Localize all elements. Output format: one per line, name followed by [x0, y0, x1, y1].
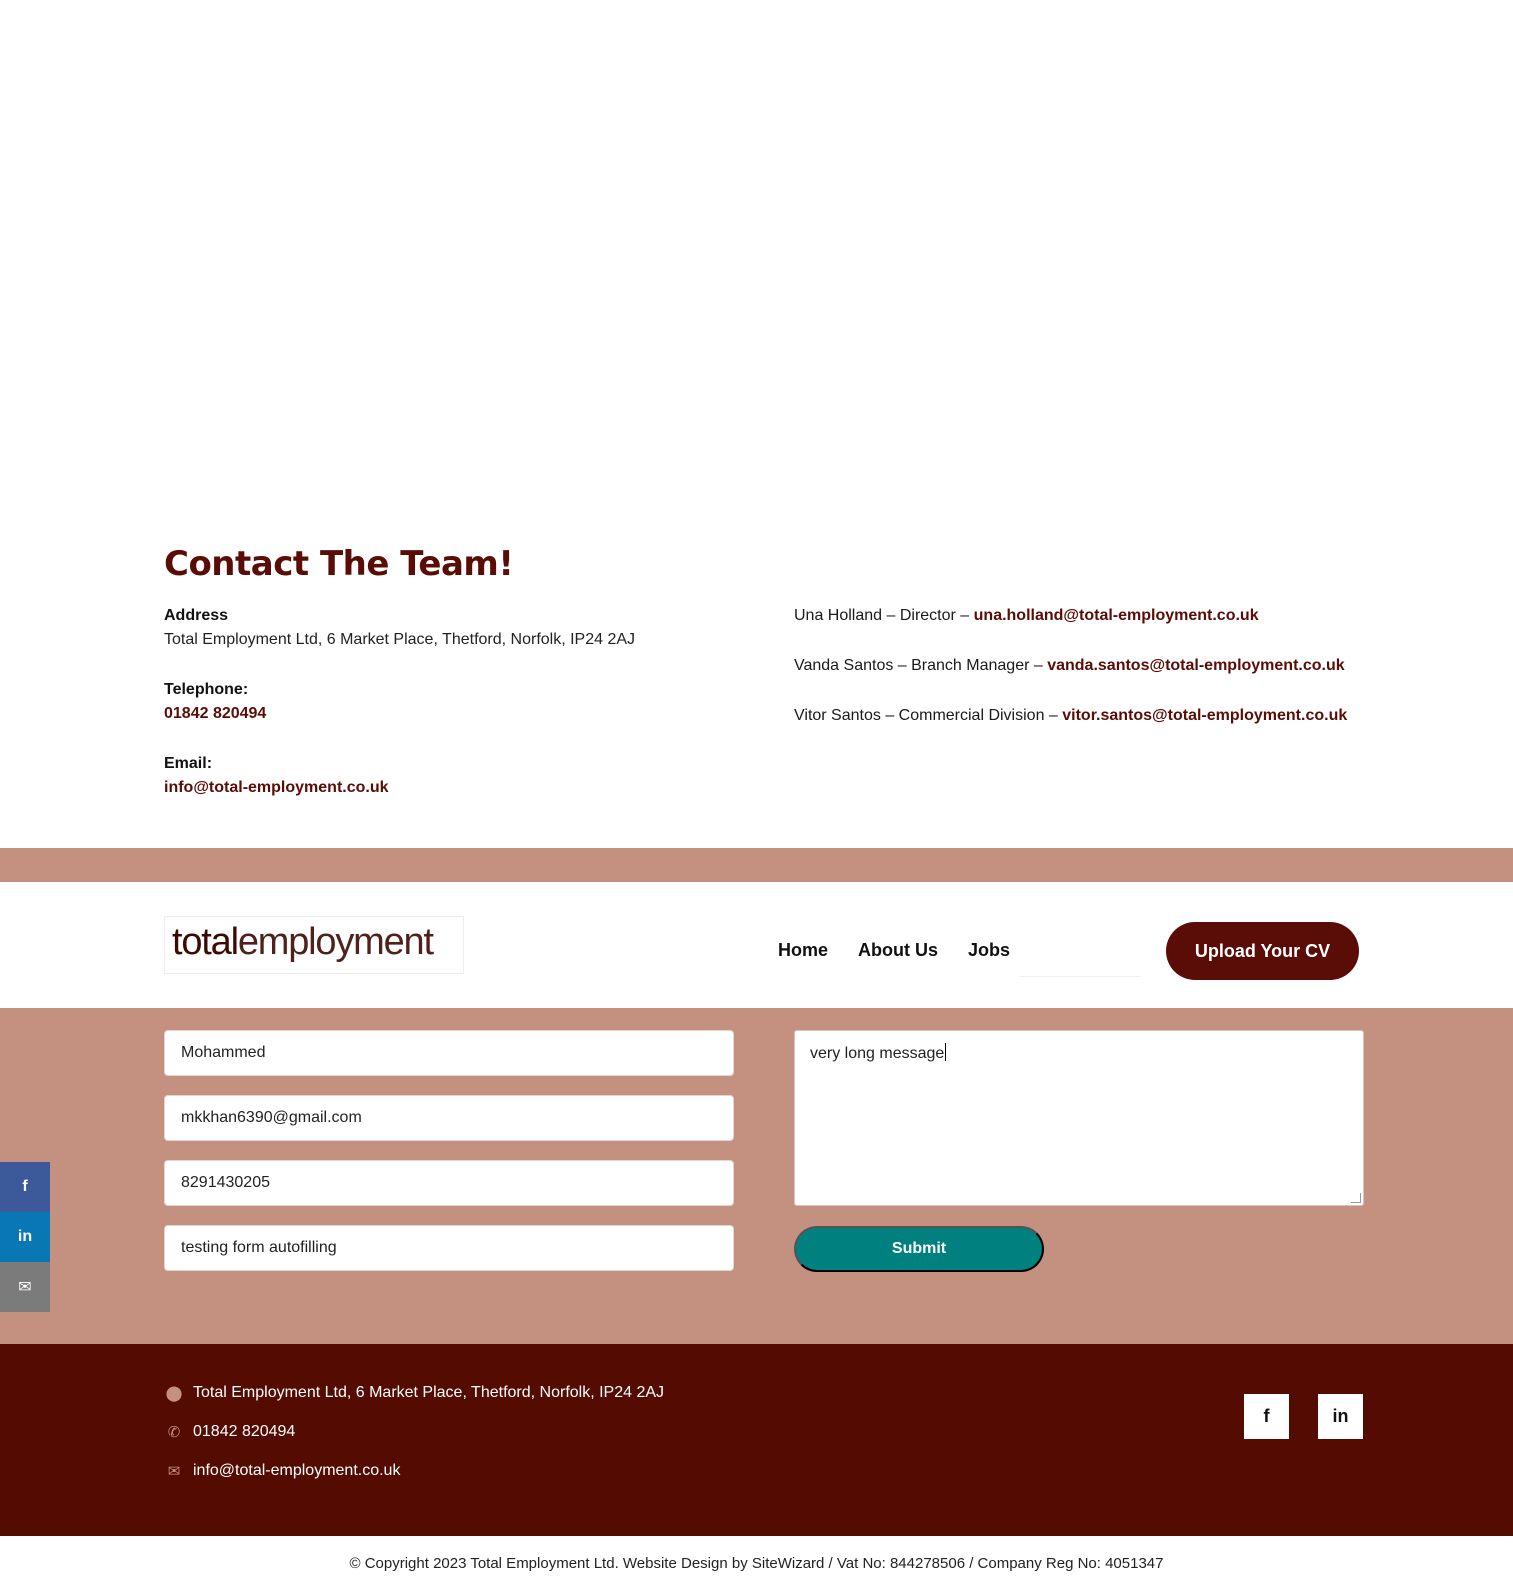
blank-area: [0, 0, 1513, 520]
nav-about-us[interactable]: About Us: [858, 940, 938, 961]
phone-input[interactable]: 8291430205: [164, 1160, 734, 1206]
location-pin-icon: ⬤: [165, 1385, 183, 1402]
text-caret: [945, 1043, 947, 1061]
telephone-link[interactable]: 01842 820494: [164, 705, 266, 722]
footer-linkedin-icon[interactable]: in: [1318, 1394, 1363, 1439]
footer-phone[interactable]: ✆ 01842 820494: [164, 1423, 296, 1441]
nav-divider: [1020, 976, 1140, 977]
team-email-link[interactable]: una.holland@total-employment.co.uk: [974, 607, 1259, 624]
team-email-link[interactable]: vitor.santos@total-employment.co.uk: [1062, 707, 1347, 724]
address-value: Total Employment Ltd, 6 Market Place, Th…: [164, 631, 636, 648]
logo[interactable]: totalemployment: [164, 916, 464, 974]
name-input[interactable]: Mohammed: [164, 1030, 734, 1076]
resize-handle[interactable]: [1351, 1193, 1361, 1203]
team-member: Vitor Santos – Commercial Division – vit…: [794, 707, 1348, 724]
pink-strip: [0, 848, 1513, 882]
address-label: Address: [164, 607, 229, 624]
upload-cv-button[interactable]: Upload Your CV: [1166, 922, 1359, 980]
telephone-label: Telephone:: [164, 681, 249, 698]
team-member: Una Holland – Director – una.holland@tot…: [794, 607, 1259, 624]
contact-details: Address Total Employment Ltd, 6 Market P…: [164, 604, 635, 800]
subject-input[interactable]: testing form autofilling: [164, 1225, 734, 1271]
submit-button[interactable]: Submit: [794, 1226, 1044, 1272]
team-list: Una Holland – Director – una.holland@tot…: [794, 604, 1347, 754]
email-input[interactable]: mkkhan6390@gmail.com: [164, 1095, 734, 1141]
contact-form: Mohammed mkkhan6390@gmail.com 8291430205…: [0, 1008, 1513, 1344]
phone-icon: ✆: [167, 1424, 181, 1441]
team-email-link[interactable]: vanda.santos@total-employment.co.uk: [1047, 657, 1344, 674]
main-nav: Home About Us Jobs: [778, 940, 1010, 961]
footer-address: ⬤ Total Employment Ltd, 6 Market Place, T…: [165, 1384, 665, 1402]
email-share-icon[interactable]: ✉: [0, 1262, 50, 1312]
copyright-bar: © Copyright 2023 Total Employment Ltd. W…: [0, 1536, 1513, 1591]
envelope-icon: ✉: [167, 1463, 181, 1480]
message-textarea[interactable]: very long message: [794, 1030, 1364, 1206]
contact-section: Contact The Team! Address Total Employme…: [0, 520, 1513, 848]
side-social-bar: f in ✉: [0, 1162, 50, 1312]
contact-title: Contact The Team!: [164, 544, 514, 584]
facebook-icon[interactable]: f: [0, 1162, 50, 1212]
linkedin-icon[interactable]: in: [0, 1212, 50, 1262]
team-member: Vanda Santos – Branch Manager – vanda.sa…: [794, 657, 1345, 674]
footer-facebook-icon[interactable]: f: [1244, 1394, 1289, 1439]
nav-home[interactable]: Home: [778, 940, 828, 961]
copyright-text: © Copyright 2023 Total Employment Ltd. W…: [349, 1555, 1164, 1572]
footer-email[interactable]: ✉ info@total-employment.co.uk: [164, 1462, 401, 1480]
email-label: Email:: [164, 755, 213, 772]
nav-jobs[interactable]: Jobs: [968, 940, 1010, 961]
site-footer: ⬤ Total Employment Ltd, 6 Market Place, T…: [0, 1344, 1513, 1536]
site-header: totalemployment Home About Us Jobs Uploa…: [0, 882, 1513, 1008]
email-link[interactable]: info@total-employment.co.uk: [164, 779, 389, 796]
